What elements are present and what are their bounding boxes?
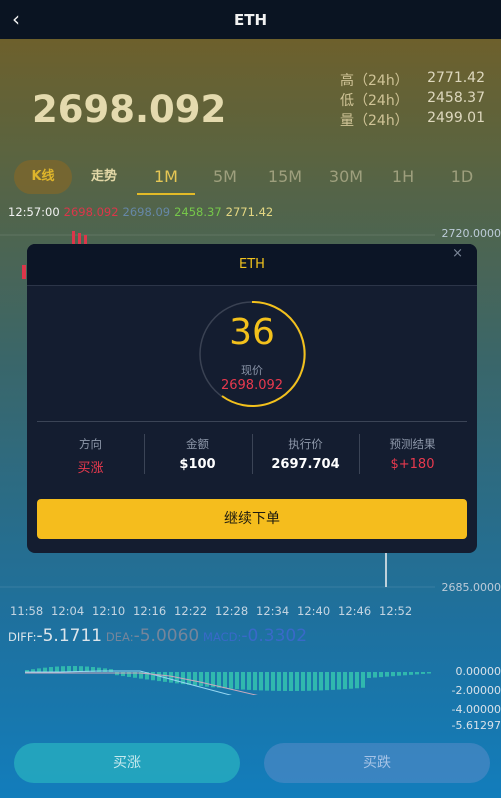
- direction-value: 买涨: [77, 461, 104, 476]
- strike-value: 2697.704: [271, 457, 340, 472]
- direction-column: 方向 买涨: [37, 436, 144, 476]
- current-price-label: 现价: [241, 364, 263, 377]
- result-column: 预测结果 $+180: [359, 436, 466, 472]
- amount-column: 金额 $100: [144, 436, 251, 472]
- result-value: $+180: [390, 457, 435, 472]
- amount-label: 金额: [186, 437, 209, 451]
- close-icon[interactable]: ×: [452, 246, 463, 261]
- buy-down-button[interactable]: 买跌: [264, 743, 490, 783]
- countdown-number: 36: [229, 312, 275, 353]
- strike-column: 执行价 2697.704: [252, 436, 359, 472]
- current-price-value: 2698.092: [220, 378, 284, 393]
- modal-title: ETH: [27, 244, 477, 286]
- result-label: 预测结果: [389, 437, 436, 451]
- direction-label: 方向: [79, 437, 102, 451]
- divider: [37, 421, 467, 422]
- buy-up-button[interactable]: 买涨: [14, 743, 240, 783]
- amount-value: $100: [179, 457, 216, 472]
- continue-order-button[interactable]: 继续下单: [37, 499, 467, 539]
- strike-label: 执行价: [288, 437, 323, 451]
- order-result-modal: ETH × 36 现价 2698.092 方向 买涨 金额 $100 执行价 2…: [27, 244, 477, 553]
